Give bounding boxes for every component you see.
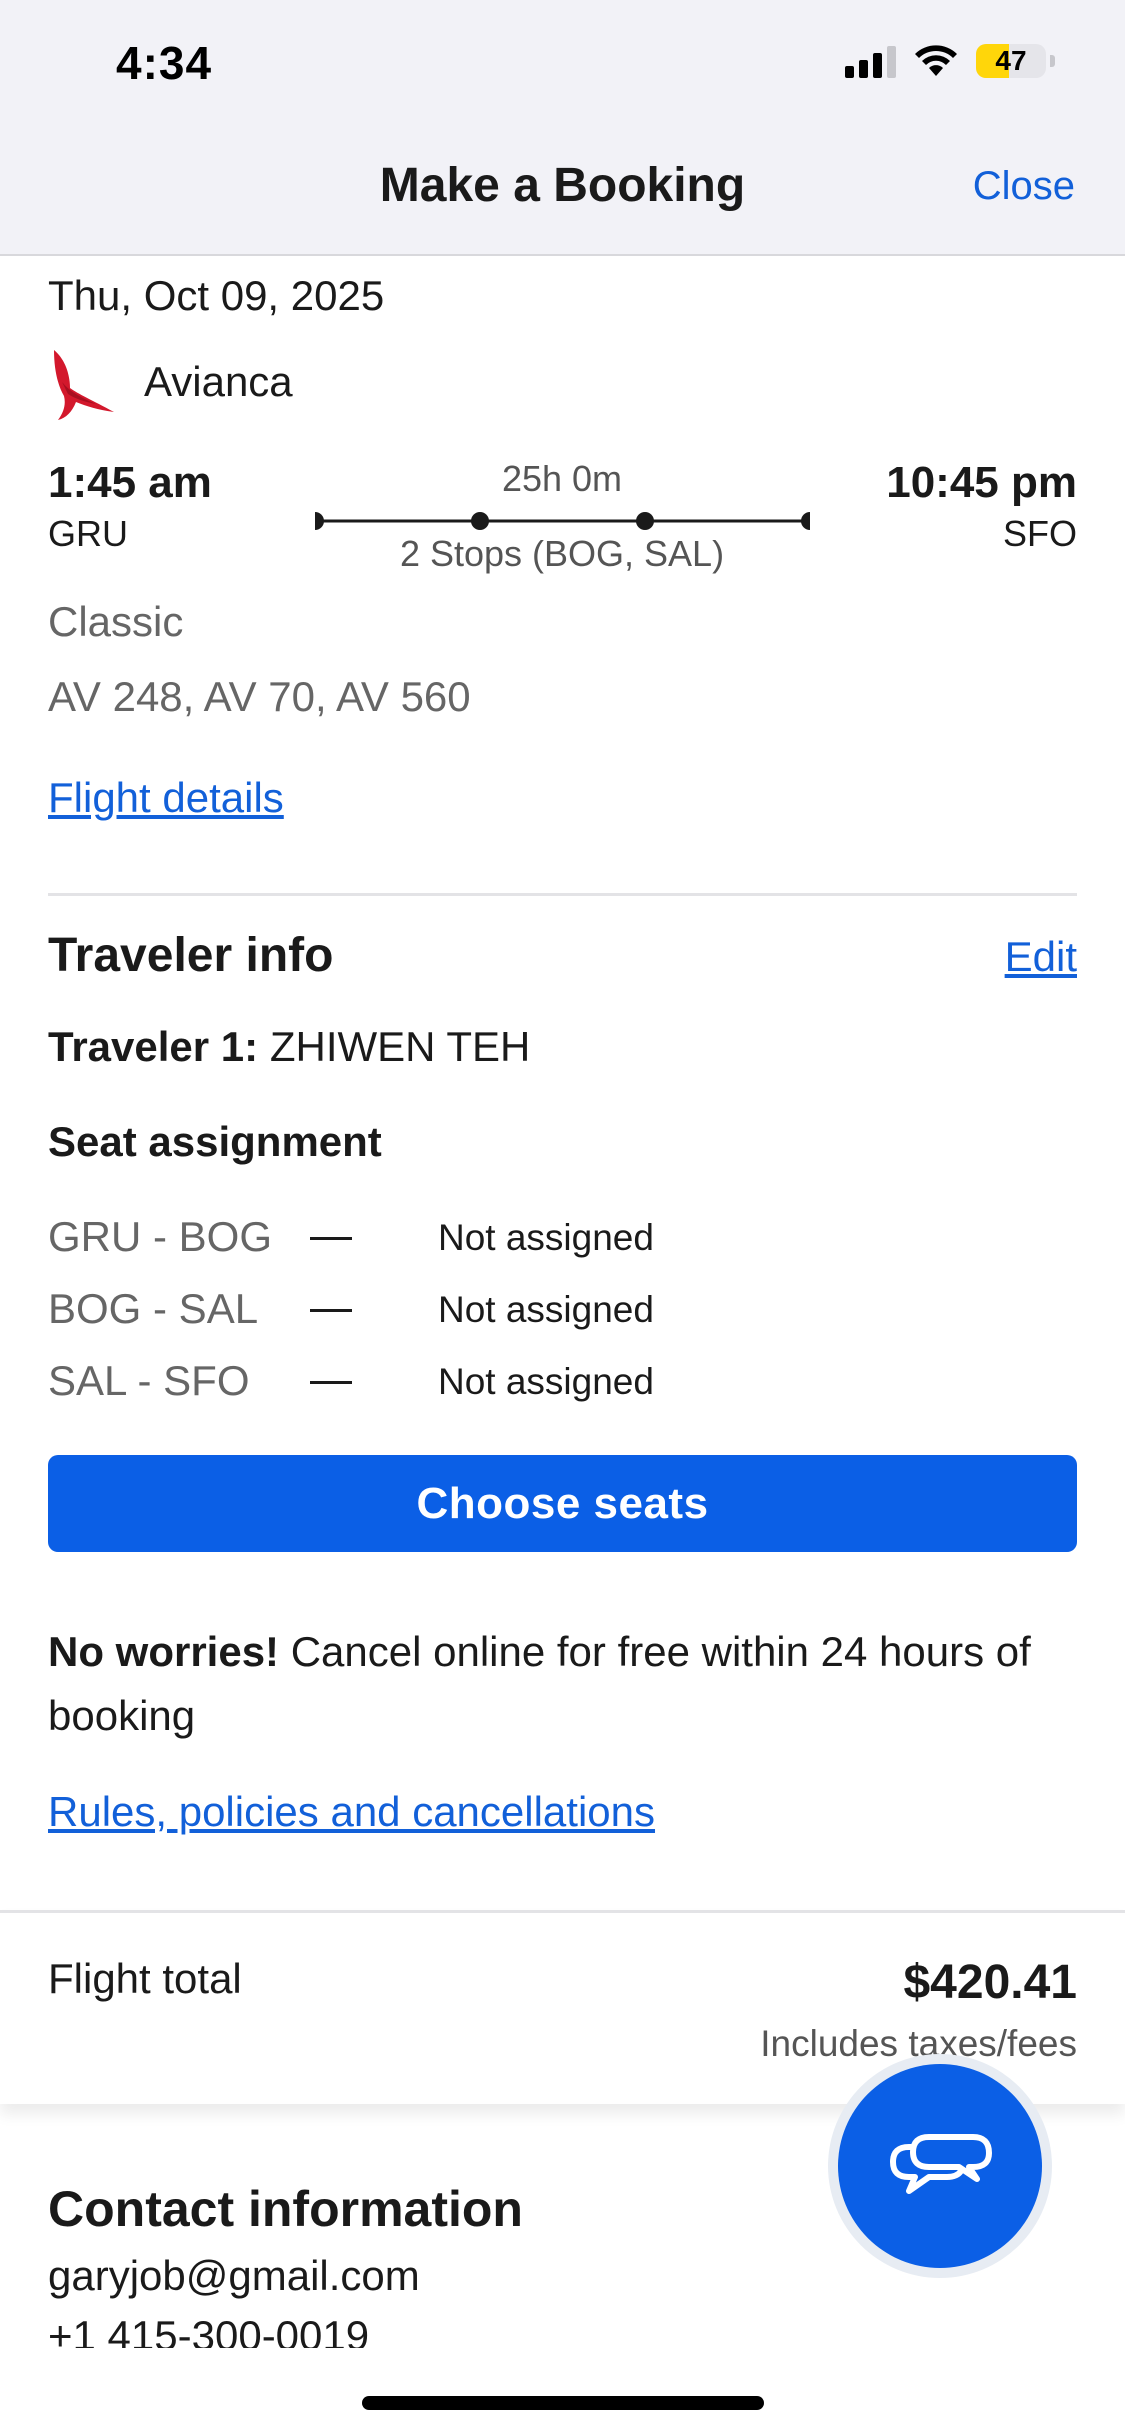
- status-time: 4:34: [116, 37, 213, 89]
- contact-email: garyjob@gmail.com: [48, 2252, 420, 2299]
- home-indicator: [362, 2396, 764, 2410]
- section-divider: [48, 893, 1077, 896]
- seat-route: SAL - SFO: [48, 1357, 250, 1404]
- page-title: Make a Booking: [379, 159, 746, 212]
- route-stop-dot: [315, 512, 324, 530]
- seat-assignment-title: Seat assignment: [48, 1118, 382, 1165]
- flight-numbers: AV 248, AV 70, AV 560: [48, 673, 471, 720]
- traveler-label: Traveler 1:: [48, 1023, 259, 1070]
- contact-phone: +1 415-300-0019: [48, 2312, 370, 2348]
- flight-total-label: Flight total: [48, 1955, 242, 2002]
- seat-route: GRU - BOG: [48, 1213, 273, 1260]
- seat-row: GRU - BOG Not assigned: [48, 1213, 1077, 1273]
- dash-divider: [310, 1237, 352, 1240]
- seat-route: BOG - SAL: [48, 1285, 259, 1332]
- flight-total-amount: $420.41: [903, 1956, 1077, 2009]
- departure-time: 1:45 am: [48, 458, 212, 507]
- wifi-icon: [915, 45, 957, 76]
- route-stop-dot: [636, 512, 654, 530]
- airline-name: Avianca: [144, 358, 293, 405]
- chat-button[interactable]: [828, 2054, 1052, 2278]
- nav-header: Make a Booking Close: [0, 132, 1125, 256]
- rules-policies-link[interactable]: Rules, policies and cancellations: [48, 1788, 655, 1836]
- seat-status: Not assigned: [438, 1217, 654, 1258]
- status-icons: 47: [845, 44, 1055, 78]
- flight-duration: 25h 0m: [501, 458, 623, 499]
- dash-divider: [310, 1309, 352, 1312]
- traveler-name: ZHIWEN TEH: [269, 1023, 531, 1070]
- cellular-signal-icon: [845, 44, 896, 78]
- seat-row: SAL - SFO Not assigned: [48, 1357, 1077, 1417]
- close-button[interactable]: Close: [973, 164, 1075, 209]
- avianca-bird-icon: [54, 350, 114, 420]
- battery-icon: 47: [976, 44, 1046, 78]
- chat-button-inner: [838, 2064, 1042, 2268]
- flight-details-link[interactable]: Flight details: [48, 774, 284, 822]
- route-stop-dot: [471, 512, 489, 530]
- arrival-airport: SFO: [1002, 513, 1077, 554]
- choose-seats-button[interactable]: Choose seats: [48, 1455, 1077, 1552]
- flight-date: Thu, Oct 09, 2025: [48, 272, 385, 319]
- contact-title: Contact information: [48, 2181, 523, 2237]
- fare-class: Classic: [48, 598, 184, 645]
- dash-divider: [310, 1381, 352, 1384]
- departure-airport: GRU: [48, 513, 128, 554]
- booking-content[interactable]: Thu, Oct 09, 2025 Avianca 1:45 am GRU 25…: [0, 258, 1125, 2348]
- seat-status: Not assigned: [438, 1289, 654, 1330]
- booking-screen: 4:34 47 Make a Booking Close Thu, Oct 09…: [0, 0, 1125, 2436]
- battery-nub: [1050, 55, 1055, 67]
- battery-level: 47: [995, 45, 1027, 76]
- seat-status: Not assigned: [438, 1361, 654, 1402]
- edit-traveler-link[interactable]: Edit: [1005, 933, 1077, 981]
- airline-row: Avianca: [48, 342, 293, 422]
- cancellation-note: No worries! Cancel online for free withi…: [48, 1620, 1077, 1748]
- traveler-info-title: Traveler info: [48, 929, 334, 982]
- status-bar: 4:34 47: [0, 0, 1125, 132]
- route-line: [315, 512, 810, 530]
- chat-bubbles-icon: [890, 2134, 992, 2194]
- flight-stops: 2 Stops (BOG, SAL): [399, 533, 725, 574]
- arrival-time: 10:45 pm: [886, 458, 1077, 507]
- seat-row: BOG - SAL Not assigned: [48, 1285, 1077, 1345]
- route-stop-dot: [801, 512, 810, 530]
- traveler-line: Traveler 1: ZHIWEN TEH: [48, 1023, 530, 1071]
- cancellation-note-bold: No worries!: [48, 1628, 280, 1675]
